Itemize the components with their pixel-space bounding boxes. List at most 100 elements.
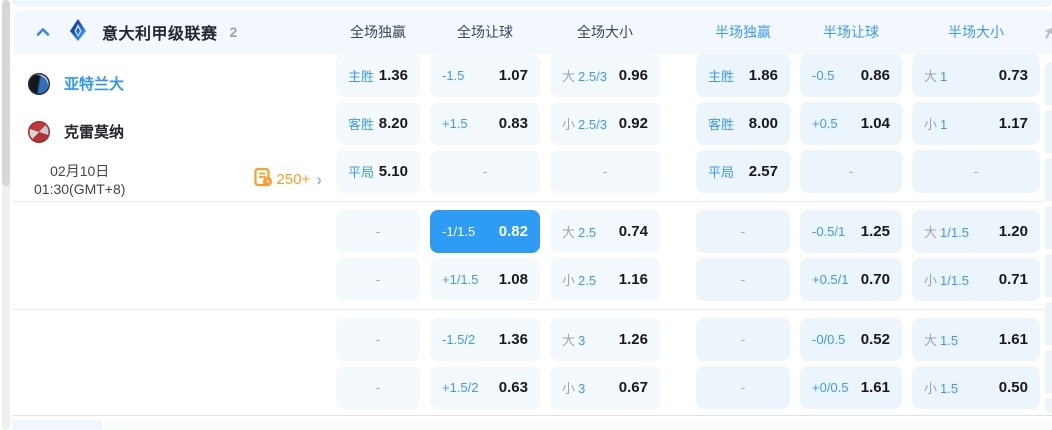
odds-cell[interactable]: 大 2.5 0.74 [550,210,660,253]
home-team-logo [28,72,50,95]
odds-line: 3 [578,333,586,348]
odds-cell-empty: - [430,150,540,193]
match-date: 02月10日 [50,162,110,179]
odds-value: 1.04 [860,115,890,132]
odds-cell[interactable]: 主胜 1.36 [336,54,420,97]
collapse-chevron-up-icon[interactable] [32,21,54,43]
odds-value: 0.70 [860,271,890,288]
odds-label: +1.5 [442,116,468,131]
next-section-edge [12,420,1052,430]
empty-odds-dash: - [482,164,488,179]
chevron-right-icon: › [316,170,322,189]
odds-label: 主胜 [708,66,734,85]
odds-line: 1.5 [940,333,959,348]
odds-cell[interactable]: 小 1/1.5 0.71 [912,258,1040,301]
adjacent-column-edge [1045,62,1052,413]
odds-line: +0.5 [812,116,838,131]
odds-label: 平局 [348,162,374,181]
odds-cell-empty: - [696,210,790,253]
odds-cell-selected[interactable]: -1/1.5 0.82 [430,210,540,253]
odds-cell[interactable]: +1.5/2 0.63 [430,366,540,409]
odds-label: 小 1/1.5 [924,270,969,289]
odds-cell[interactable]: 小 2.5 1.16 [550,258,660,301]
odds-label: +1/1.5 [442,272,479,287]
section-bottom-divider [12,415,1052,416]
odds-label-prefix: 小 [924,381,938,396]
odds-label: 大 1.5 [924,330,958,349]
odds-body: 亚特兰大 克雷莫纳 02月10日 01:30(GMT+8) 250+ › 主胜 … [12,54,1052,416]
serie-a-logo-icon [68,18,88,47]
odds-cell[interactable]: +0/0.5 1.61 [800,366,902,409]
odds-cell[interactable]: 平局 5.10 [336,150,420,193]
odds-cell[interactable]: 大 3 1.26 [550,318,660,361]
odds-value: 0.73 [998,67,1028,84]
column-header-half-3: 半场独赢 [715,24,771,40]
odds-cell[interactable]: 小 1 1.17 [912,102,1040,145]
odds-line: 1/1.5 [940,225,969,240]
odds-line: -1/1.5 [442,224,476,239]
odds-value: 0.83 [498,115,528,132]
odds-cell[interactable]: -0.5/1 1.25 [800,210,902,253]
odds-line: -0/0.5 [812,332,846,347]
corner-cursor-icon [1044,26,1052,44]
odds-line: 1 [940,69,948,84]
empty-odds-dash: - [740,380,746,395]
odds-cell[interactable]: -1.5/2 1.36 [430,318,540,361]
odds-line: +1.5/2 [442,380,479,395]
empty-odds-dash: - [375,380,381,395]
odds-cell[interactable]: 小 2.5/3 0.92 [550,102,660,145]
odds-label-prefix: 大 [562,69,576,84]
odds-cell[interactable]: +1/1.5 1.08 [430,258,540,301]
odds-label: 小 1.5 [924,378,958,397]
odds-cell[interactable]: -1.5 1.07 [430,54,540,97]
odds-label-prefix: 小 [562,381,576,396]
odds-label: 客胜 [348,114,374,133]
odds-cell[interactable]: +1.5 0.83 [430,102,540,145]
odds-value: 0.63 [498,379,528,396]
odds-label: 大1 [924,66,947,85]
odds-cell[interactable]: 客胜 8.00 [696,102,790,145]
odds-label: 客胜 [708,114,734,133]
scrollbar-thumb[interactable] [2,0,10,186]
odds-line: +0/0.5 [812,380,849,395]
odds-cell[interactable]: 大 2.5/3 0.96 [550,54,660,97]
odds-value: 8.20 [378,115,408,132]
odds-value: 1.61 [998,331,1028,348]
odds-cell[interactable]: 大 1.5 1.61 [912,318,1040,361]
column-header-full-1: 全场让球 [457,24,513,40]
odds-cell[interactable]: +0.5/1 0.70 [800,258,902,301]
odds-cell-empty: - [912,150,1040,193]
odds-line: 1.5 [940,381,959,396]
vertical-scrollbar[interactable] [2,0,10,430]
odds-line: 2.5 [578,225,597,240]
column-header-half-5: 半场大小 [948,24,1004,40]
home-team-name[interactable]: 亚特兰大 [64,73,124,94]
odds-cell[interactable]: -0.5 0.86 [800,54,902,97]
more-markets-button[interactable]: 250+ › [253,167,322,192]
odds-label: 主胜 [348,66,374,85]
odds-value: 0.67 [618,379,648,396]
odds-cell[interactable]: 大 1 0.73 [912,54,1040,97]
odds-cell[interactable]: 小 3 0.67 [550,366,660,409]
odds-cell-empty: - [696,258,790,301]
away-team-name[interactable]: 克雷莫纳 [64,121,124,142]
odds-line: 2.5/3 [578,117,607,132]
odds-value: 0.50 [998,379,1028,396]
odds-value: 1.08 [498,271,528,288]
odds-cell[interactable]: 主胜 1.86 [696,54,790,97]
odds-line: 主胜 [348,69,375,84]
odds-cell[interactable]: 大 1/1.5 1.20 [912,210,1040,253]
odds-cell[interactable]: +0.5 1.04 [800,102,902,145]
odds-cell[interactable]: -0/0.5 0.52 [800,318,902,361]
odds-label: -0/0.5 [812,332,845,347]
match-datetime: 02月10日 01:30(GMT+8) [34,162,125,198]
group-divider [12,201,1052,202]
odds-cell[interactable]: 小 1.5 0.50 [912,366,1040,409]
odds-cell[interactable]: 客胜 8.20 [336,102,420,145]
odds-line: 1 [940,117,948,132]
empty-odds-dash: - [973,164,979,179]
odds-label: +0/0.5 [812,380,849,395]
odds-cell[interactable]: 平局 2.57 [696,150,790,193]
odds-cell-empty: - [550,150,660,193]
odds-label: +0.5/1 [812,272,849,287]
